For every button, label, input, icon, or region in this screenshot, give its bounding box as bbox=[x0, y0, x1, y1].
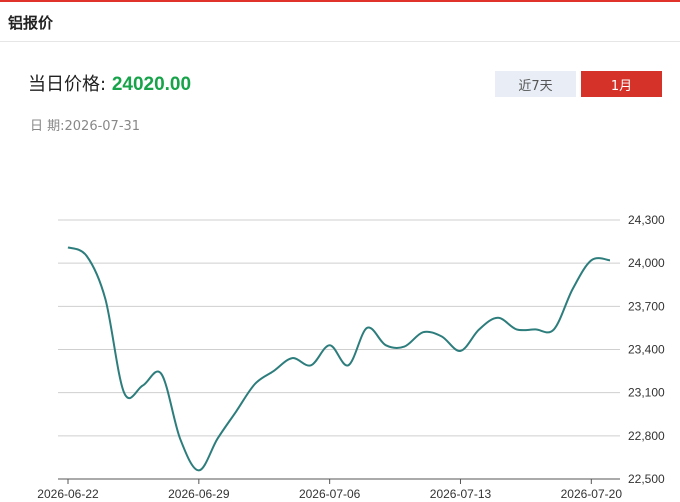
x-tick-label: 2026-06-22 bbox=[37, 487, 99, 501]
y-tick-label: 23,400 bbox=[628, 343, 665, 357]
y-tick-label: 23,700 bbox=[628, 299, 665, 313]
x-tick-label: 2026-07-06 bbox=[299, 487, 361, 501]
y-tick-label: 23,100 bbox=[628, 386, 665, 400]
x-tick-label: 2026-07-13 bbox=[430, 487, 492, 501]
x-tick-label: 2026-06-29 bbox=[168, 487, 230, 501]
y-tick-label: 24,000 bbox=[628, 256, 665, 270]
y-tick-label: 22,800 bbox=[628, 429, 665, 443]
current-price: 当日价格: 24020.00 bbox=[28, 70, 191, 96]
x-tick-label: 2026-07-20 bbox=[561, 487, 623, 501]
price-series-line bbox=[67, 246, 611, 472]
price-date: 日 期:2026-07-31 bbox=[30, 115, 140, 134]
price-label: 当日价格: bbox=[28, 74, 107, 95]
date-value: 2026-07-31 bbox=[64, 119, 141, 134]
date-label: 日 期: bbox=[30, 119, 65, 134]
range-7-days-button[interactable]: 近7天 bbox=[495, 71, 576, 97]
page-title: 铝报价 bbox=[8, 14, 54, 32]
y-tick-label: 22,500 bbox=[628, 472, 665, 486]
price-chart: 22,500 22,800 23,100 23,400 23,700 24,000 24,3… bbox=[37, 213, 665, 501]
range-1-month-button[interactable]: 1月 bbox=[581, 71, 662, 97]
header: 铝报价 bbox=[0, 2, 680, 42]
price-value: 24020.00 bbox=[111, 74, 192, 95]
y-tick-label: 24,300 bbox=[628, 213, 665, 227]
